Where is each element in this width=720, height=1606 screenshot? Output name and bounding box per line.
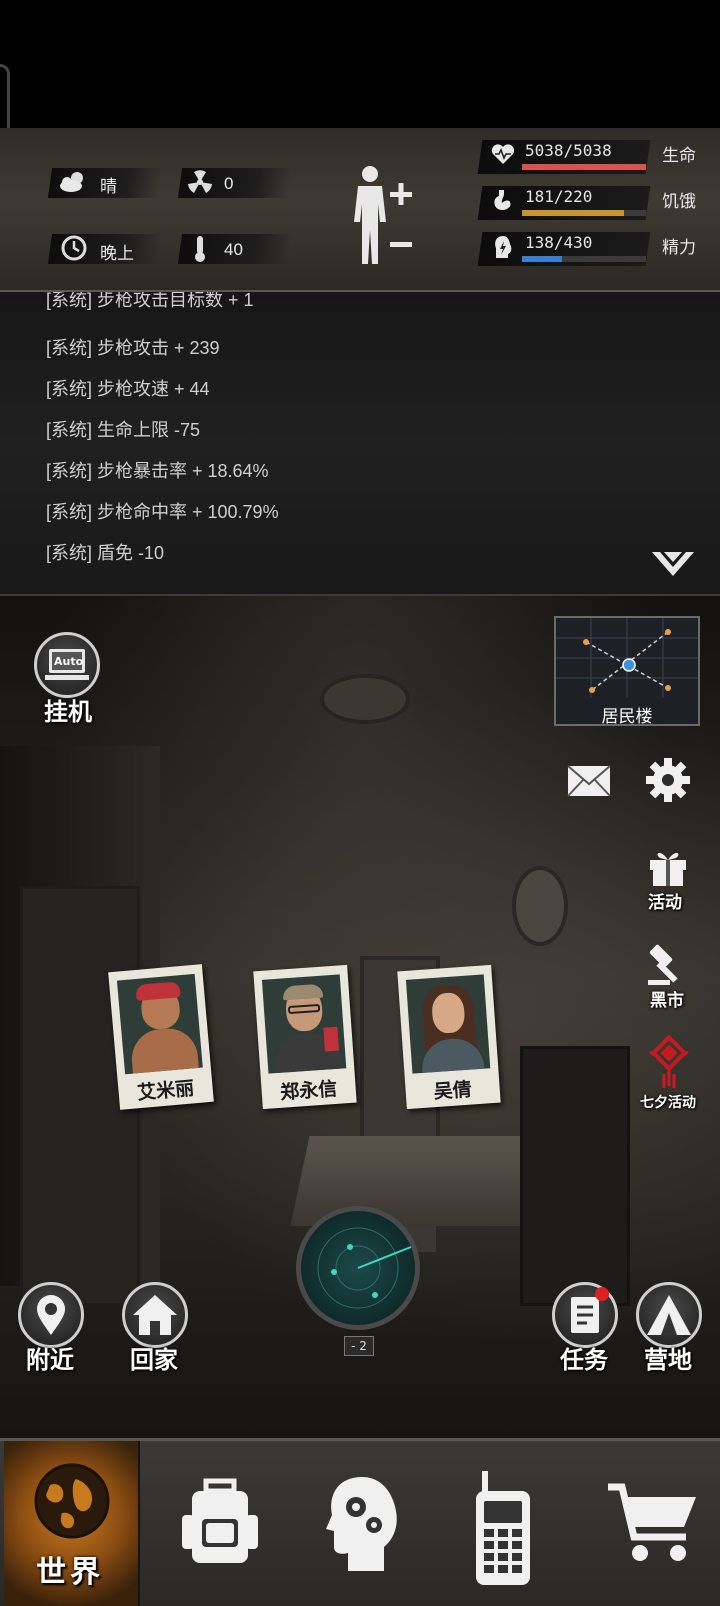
wall-mirror [512, 866, 568, 946]
hunger-fill [522, 210, 624, 216]
nav-skills-tab[interactable] [300, 1441, 420, 1606]
globe-icon [34, 1463, 110, 1539]
log-line: [系统] 步枪攻击目标数 + 1 [46, 292, 254, 310]
thermometer-icon [195, 236, 205, 262]
character-portrait [405, 974, 491, 1074]
bottom-nav: 世界 [0, 1438, 720, 1606]
character-portrait [261, 974, 347, 1074]
log-line: [系统] 步枪暴击率 + 18.64% [46, 461, 269, 481]
nav-shop-tab[interactable] [590, 1441, 716, 1606]
character-portrait [116, 973, 203, 1075]
tasks-label: 任务 [560, 1346, 608, 1374]
stomach-icon [494, 190, 511, 210]
home-icon [133, 1295, 177, 1335]
top-black-area [0, 0, 720, 128]
character-card[interactable]: 艾米丽 [108, 964, 214, 1110]
energy-value: 138/430 [525, 233, 593, 252]
walkie-talkie-icon [476, 1471, 530, 1585]
camp-button[interactable] [636, 1282, 702, 1348]
health-value: 5038/5038 [525, 141, 612, 160]
idle-label: 挂机 [44, 698, 92, 726]
nav-world-label: 世界 [36, 1555, 104, 1590]
radar[interactable] [296, 1206, 420, 1330]
gavel-icon[interactable] [644, 940, 692, 986]
gift-icon[interactable] [646, 846, 690, 888]
nearby-label: 附近 [26, 1346, 74, 1374]
auto-text: Auto [54, 655, 84, 668]
nav-radio-tab[interactable] [440, 1441, 560, 1606]
notification-dot [595, 1287, 609, 1301]
map-grid [556, 618, 698, 698]
energy-label: 精力 [662, 238, 696, 258]
character-card[interactable]: 吴倩 [397, 964, 501, 1110]
map-pin-icon [37, 1295, 65, 1335]
radiation-value: 0 [224, 174, 234, 193]
nearby-button[interactable] [18, 1282, 84, 1348]
health-bar: 5038/5038 生命 [477, 140, 720, 174]
energy-bar: 138/430 精力 [477, 232, 720, 266]
energy-fill [522, 256, 562, 262]
health-fill [522, 164, 646, 170]
weather-value: 晴 [100, 177, 117, 196]
cabinet [520, 1046, 630, 1306]
game-scene: Auto 挂机 居民楼 活动 黑市 七夕活动 艾米丽 郑永信 吴倩 附近 回家 … [0, 596, 720, 1438]
events-label: 活动 [648, 893, 682, 913]
body-icon[interactable] [348, 164, 418, 274]
log-line: [系统] 步枪攻击 + 239 [46, 338, 220, 358]
qixi-event-label: 七夕活动 [640, 1095, 696, 1111]
log-line: [系统] 盾免 -10 [46, 543, 165, 563]
nav-backpack-tab[interactable] [160, 1441, 280, 1606]
radar-scope [317, 1227, 412, 1309]
system-log[interactable]: [系统] 步枪攻击目标数 + 1 [系统] 步枪攻击 + 239 [系统] 步枪… [0, 292, 720, 596]
expand-log-icon[interactable] [650, 548, 696, 580]
tent-icon [647, 1295, 691, 1335]
radar-level: - 2 [344, 1336, 374, 1356]
mail-icon[interactable] [566, 764, 612, 798]
log-line: [系统] 步枪攻速 + 44 [46, 379, 210, 399]
tasks-button[interactable] [552, 1282, 618, 1348]
home-button[interactable] [122, 1282, 188, 1348]
temperature-value: 40 [224, 240, 243, 259]
log-line: [系统] 步枪命中率 + 100.79% [46, 502, 279, 522]
cart-icon [608, 1483, 696, 1561]
location-minimap[interactable]: 居民楼 [554, 616, 700, 727]
character-name: 艾米丽 [136, 1077, 196, 1105]
location-label: 居民楼 [601, 707, 653, 727]
gear-icon[interactable] [644, 756, 692, 804]
chinese-knot-icon[interactable] [640, 1034, 698, 1092]
radiation-icon [188, 170, 212, 193]
black-market-label: 黑市 [650, 991, 684, 1011]
time-value: 晚上 [100, 244, 134, 263]
character-name: 吴倩 [433, 1078, 473, 1104]
heart-icon [491, 144, 515, 164]
backpack-icon [182, 1478, 258, 1563]
energy-icon [495, 236, 512, 258]
hunger-value: 181/220 [525, 187, 593, 206]
character-card[interactable]: 郑永信 [253, 964, 357, 1110]
head-gears-icon [326, 1477, 397, 1571]
home-label: 回家 [130, 1346, 178, 1374]
cloud-sun-icon [60, 172, 83, 192]
status-panel: 晴 0 晚上 40 5038/5038 生命 181/220 饥饿 138/43… [0, 128, 720, 292]
health-label: 生命 [662, 146, 696, 166]
character-name: 郑永信 [279, 1077, 338, 1104]
log-line: [系统] 生命上限 -75 [46, 420, 201, 440]
auto-idle-button[interactable]: Auto [34, 632, 100, 698]
camp-label: 营地 [644, 1346, 692, 1374]
clock-icon [61, 235, 87, 261]
hunger-label: 饥饿 [662, 192, 696, 212]
nav-world-tab[interactable]: 世界 [4, 1441, 140, 1606]
hunger-bar: 181/220 饥饿 [477, 186, 720, 220]
ceiling-lamp [320, 674, 410, 724]
